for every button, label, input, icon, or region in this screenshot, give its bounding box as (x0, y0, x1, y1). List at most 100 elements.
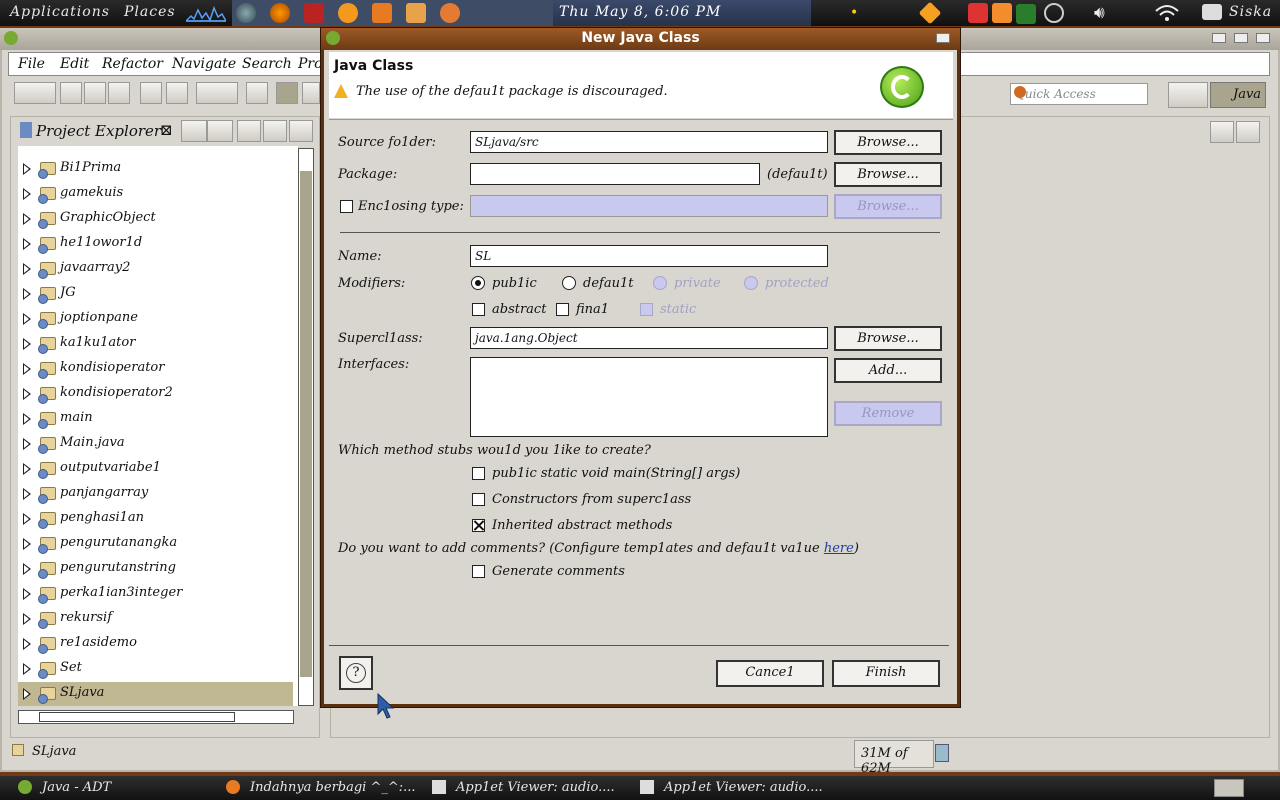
tree-item[interactable]: penghasi1an (18, 507, 293, 531)
editor-maximize-button[interactable] (1236, 121, 1260, 143)
toolbar-more-button[interactable] (302, 82, 320, 104)
update-icon[interactable] (918, 1, 942, 25)
expand-arrow-icon[interactable] (23, 213, 31, 225)
modifier-default-radio[interactable] (562, 276, 576, 290)
tree-item[interactable]: perka1ian3integer (18, 582, 293, 606)
new-wizard-button[interactable] (14, 82, 56, 104)
save-all-button[interactable] (84, 82, 106, 104)
stub-constructors-checkbox[interactable] (472, 493, 485, 506)
tree-horizontal-scrollbar[interactable] (18, 710, 294, 724)
close-icon[interactable] (1256, 33, 1270, 43)
tree-item[interactable]: kondisioperator2 (18, 382, 293, 406)
expand-arrow-icon[interactable] (23, 588, 31, 600)
app-tray-icon-2[interactable] (992, 3, 1012, 23)
tree-item[interactable]: pengurutanstring (18, 557, 293, 581)
chromium-icon[interactable] (236, 3, 256, 23)
expand-arrow-icon[interactable] (23, 638, 31, 650)
toggle-mark-button[interactable] (276, 82, 298, 104)
browse-package-button[interactable]: Browse... (834, 162, 942, 187)
dialog-menu-icon[interactable] (326, 31, 340, 45)
firefox-icon[interactable] (270, 3, 290, 23)
tree-item[interactable]: ka1ku1ator (18, 332, 293, 356)
tree-item[interactable]: javaarray2 (18, 257, 293, 281)
app-tray-icon-1[interactable] (968, 3, 988, 23)
clock[interactable]: Thu May 8, 6:06 PM (553, 0, 811, 26)
expand-arrow-icon[interactable] (23, 188, 31, 200)
cancel-button[interactable]: Cance1 (716, 660, 824, 687)
expand-arrow-icon[interactable] (23, 438, 31, 450)
tree-item[interactable]: main (18, 407, 293, 431)
task-applet-viewer-2[interactable]: App1et Viewer: audio.... (664, 780, 823, 795)
system-monitor-icon[interactable] (185, 4, 227, 22)
view-menu-button[interactable] (237, 120, 261, 142)
tree-item[interactable]: gamekuis (18, 182, 293, 206)
generate-comments-checkbox[interactable] (472, 565, 485, 578)
sdk-manager-button[interactable] (140, 82, 162, 104)
minimize-icon[interactable] (1212, 33, 1226, 43)
expand-arrow-icon[interactable] (23, 513, 31, 525)
scrollbar-thumb[interactable] (300, 171, 312, 677)
add-interface-button[interactable]: Add... (834, 358, 942, 383)
close-view-icon[interactable]: ⊠ (160, 121, 173, 139)
stub-inherited-checkbox[interactable] (472, 519, 485, 532)
expand-arrow-icon[interactable] (23, 238, 31, 250)
expand-arrow-icon[interactable] (23, 488, 31, 500)
menu-file[interactable]: File (18, 56, 45, 72)
perspective-java[interactable]: Java (1210, 82, 1266, 108)
source-folder-field[interactable]: SLjava/src (470, 131, 828, 153)
expand-arrow-icon[interactable] (23, 313, 31, 325)
stub-main-checkbox[interactable] (472, 467, 485, 480)
collapse-all-button[interactable] (181, 120, 207, 142)
tree-item[interactable]: GraphicObject (18, 207, 293, 231)
browse-source-folder-button[interactable]: Browse... (834, 130, 942, 155)
expand-arrow-icon[interactable] (23, 613, 31, 625)
abstract-checkbox[interactable] (472, 303, 485, 316)
volume-icon[interactable]: 🔊︎ (1094, 3, 1118, 23)
link-editor-button[interactable] (207, 120, 233, 142)
tree-item[interactable]: SLjava (18, 682, 293, 706)
enclosing-type-checkbox[interactable] (340, 200, 353, 213)
expand-arrow-icon[interactable] (23, 663, 31, 675)
media-icon[interactable] (440, 3, 460, 23)
tree-item[interactable]: Set (18, 657, 293, 681)
menu-navigate[interactable]: Navigate (172, 56, 236, 72)
expand-arrow-icon[interactable] (23, 563, 31, 575)
finish-button[interactable]: Finish (832, 660, 940, 687)
cpu-monitor-icon[interactable] (1016, 4, 1036, 24)
garbage-collect-icon[interactable] (935, 744, 949, 762)
editor-minimize-button[interactable] (1210, 121, 1234, 143)
tree-item[interactable]: joptionpane (18, 307, 293, 331)
task-applet-viewer-1[interactable]: App1et Viewer: audio.... (456, 780, 615, 795)
user-menu[interactable]: Siska (1229, 4, 1272, 20)
tree-vertical-scrollbar[interactable] (298, 148, 314, 706)
hscroll-thumb[interactable] (39, 712, 235, 722)
task-java-adt[interactable]: Java - ADT (42, 780, 111, 795)
applications-menu[interactable]: Applications (10, 4, 110, 20)
terminal-icon[interactable] (304, 3, 324, 23)
wifi-icon[interactable] (1154, 3, 1180, 23)
package-icon[interactable] (406, 3, 426, 23)
final-checkbox[interactable] (556, 303, 569, 316)
chat-icon[interactable] (1202, 4, 1222, 20)
wireless-signal-icon[interactable] (1044, 3, 1064, 23)
menu-search[interactable]: Search (242, 56, 292, 72)
expand-arrow-icon[interactable] (23, 288, 31, 300)
tree-item[interactable]: panjangarray (18, 482, 293, 506)
print-button[interactable] (108, 82, 130, 104)
expand-arrow-icon[interactable] (23, 388, 31, 400)
tree-item[interactable]: Bi1Prima (18, 157, 293, 181)
task-browser[interactable]: Indahnya berbagi ^_^:... (250, 780, 416, 795)
package-field[interactable] (470, 163, 760, 185)
places-menu[interactable]: Places (124, 4, 176, 20)
avd-manager-button[interactable] (166, 82, 188, 104)
tree-item[interactable]: he11owor1d (18, 232, 293, 256)
dialog-close-icon[interactable] (936, 33, 950, 43)
expand-arrow-icon[interactable] (23, 163, 31, 175)
expand-arrow-icon[interactable] (23, 338, 31, 350)
superclass-field[interactable]: java.1ang.Object (470, 327, 828, 349)
new-project-button[interactable] (246, 82, 268, 104)
workspace-switcher[interactable] (1214, 779, 1244, 797)
expand-arrow-icon[interactable] (23, 463, 31, 475)
menu-refactor[interactable]: Refactor (102, 56, 163, 72)
menu-project[interactable]: Pro (298, 56, 323, 72)
